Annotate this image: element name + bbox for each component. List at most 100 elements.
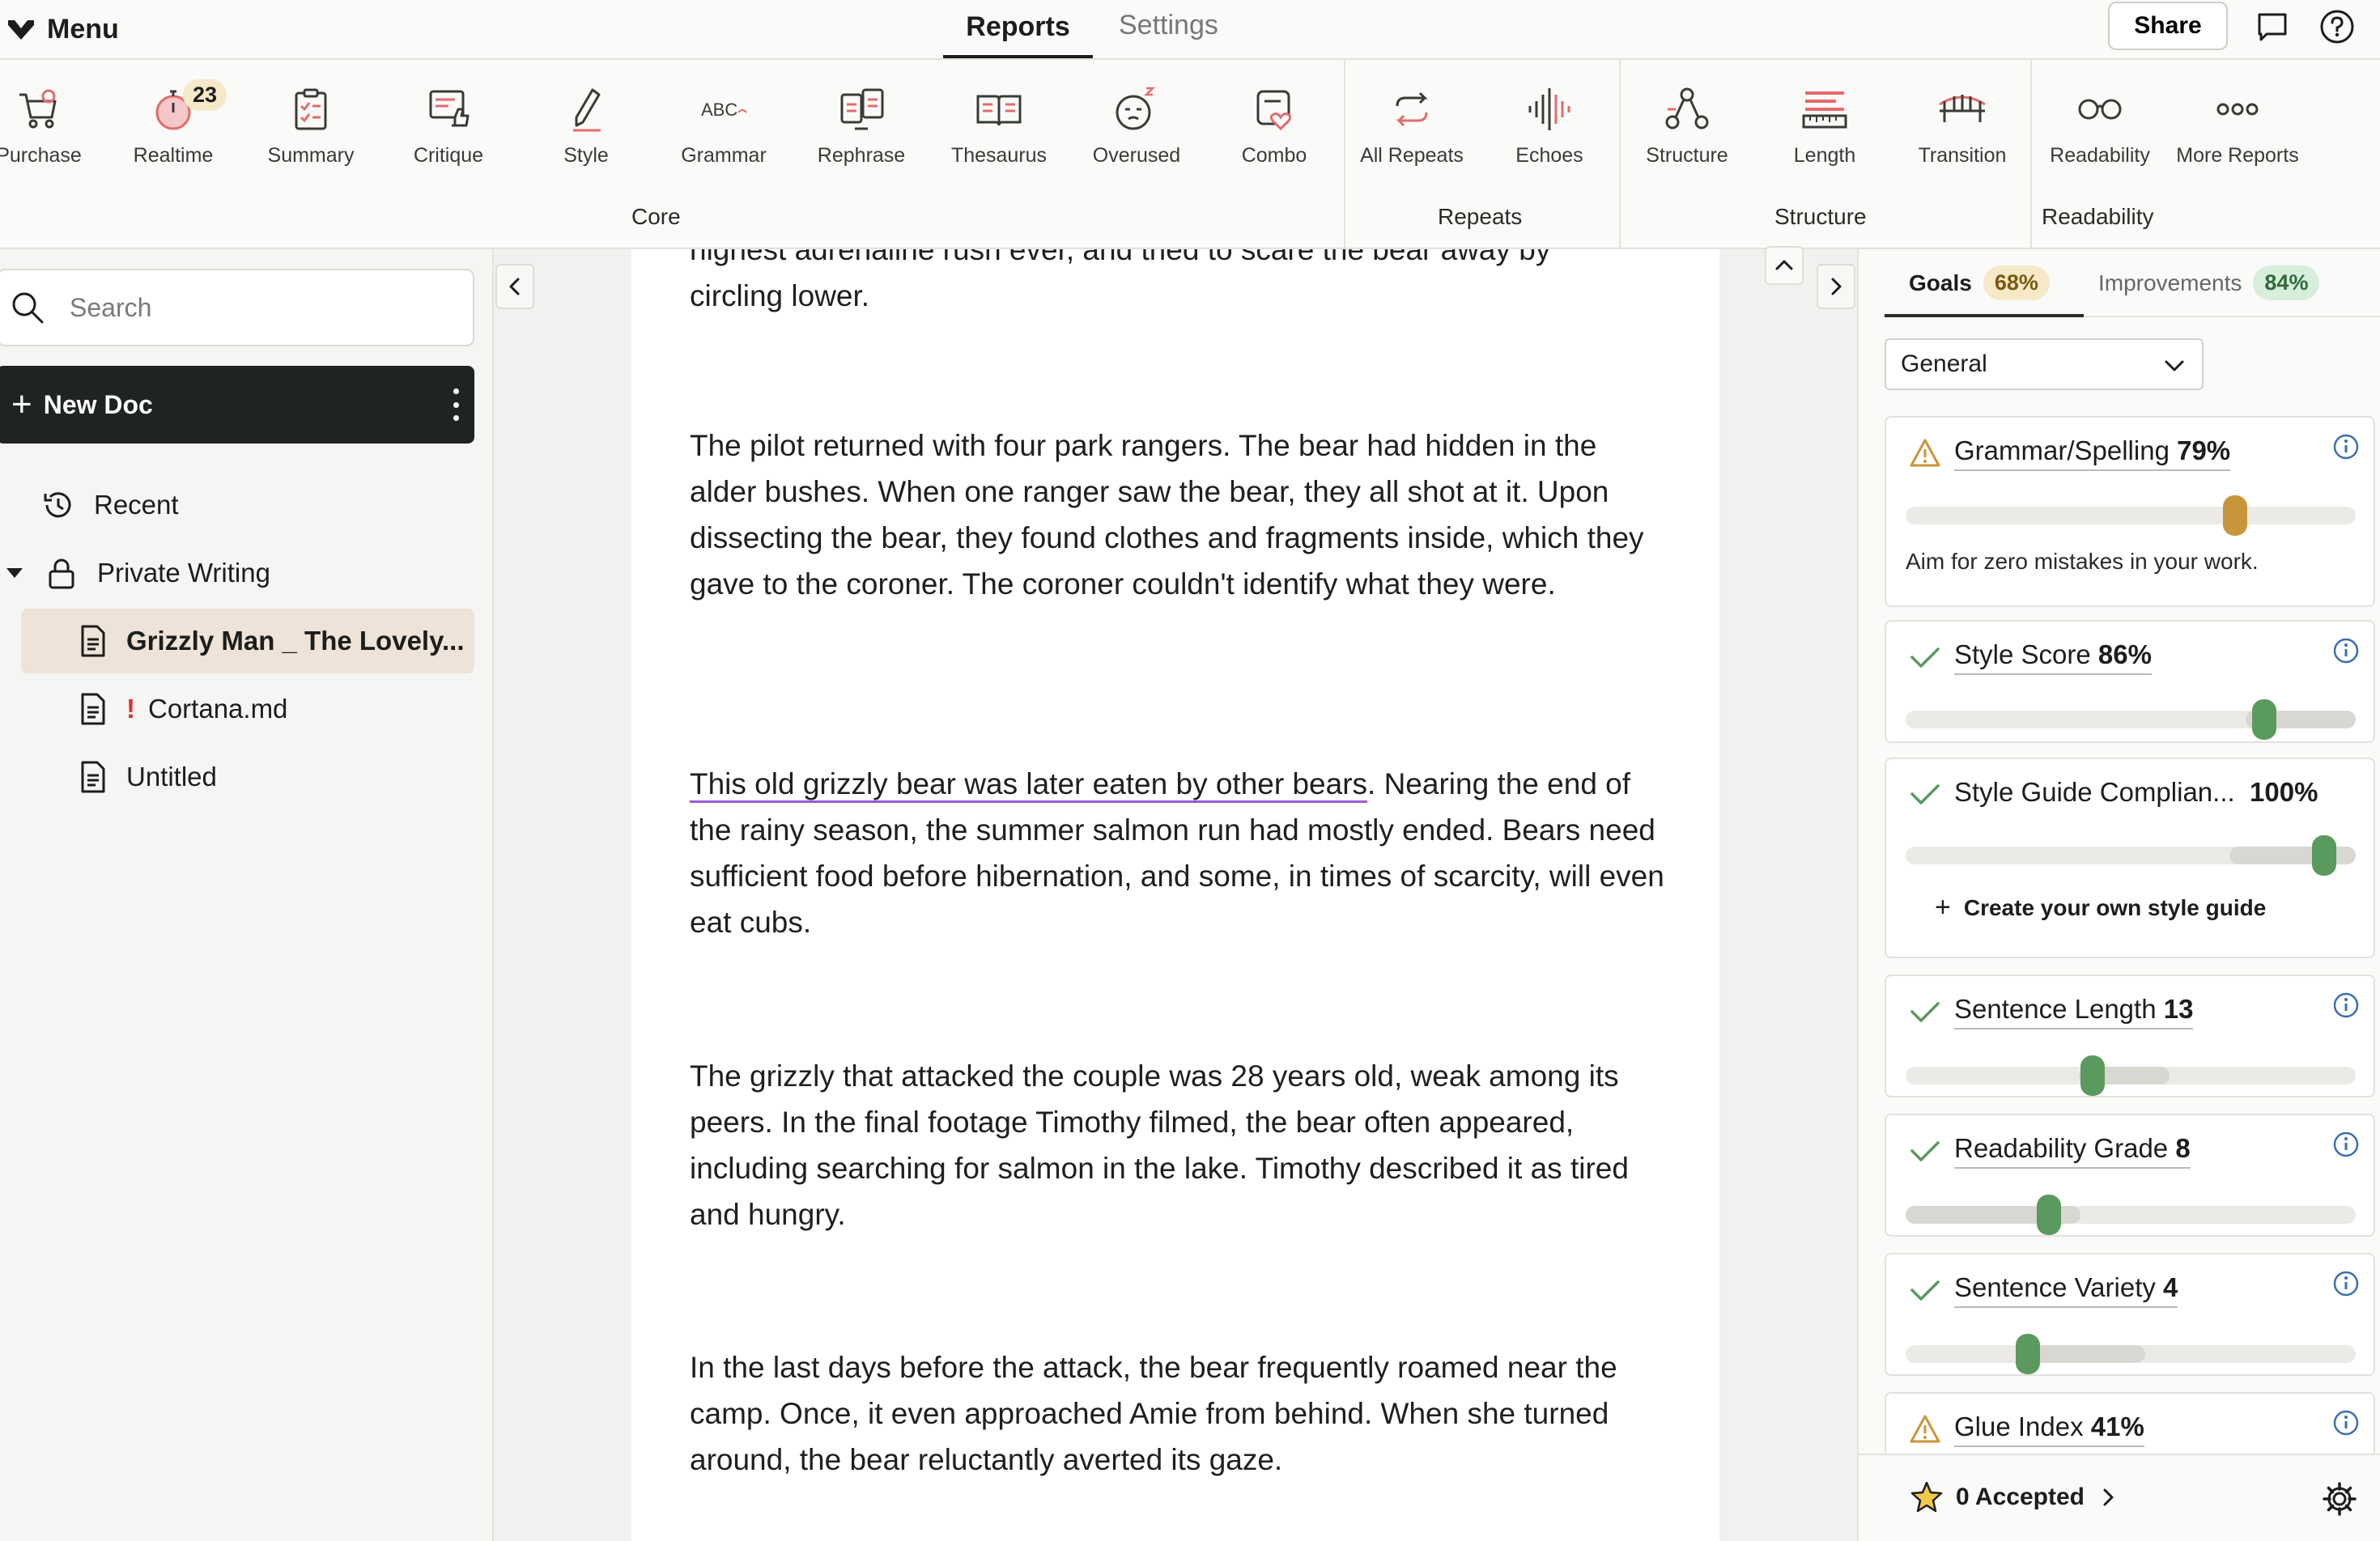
report-readability[interactable]: Readability <box>2035 81 2165 178</box>
search-icon <box>12 292 44 324</box>
info-icon[interactable] <box>2331 1130 2361 1159</box>
sidebar-item-label: Untitled <box>126 762 217 792</box>
report-overused[interactable]: Overused <box>1072 81 1201 178</box>
tab-improvements[interactable]: Improvements 84% <box>2098 265 2320 300</box>
report-rephrase[interactable]: Rephrase <box>797 81 926 178</box>
slider-knob[interactable] <box>2016 1334 2040 1374</box>
report-label: Structure <box>1646 144 1728 167</box>
tab-goals[interactable]: Goals 68% <box>1909 265 2050 300</box>
search-box[interactable] <box>0 269 474 346</box>
slider-knob[interactable] <box>2223 495 2247 536</box>
gear-icon[interactable] <box>2322 1481 2357 1517</box>
document-icon <box>81 761 105 793</box>
goal-card-style-guide[interactable]: Style Guide Complian... 100% + Create yo… <box>1885 758 2375 958</box>
slider-knob[interactable] <box>2312 835 2336 876</box>
sidebar-item-recent[interactable]: Recent <box>40 473 478 537</box>
top-bar: Menu Reports Settings Share <box>0 0 2380 60</box>
sidebar-item-cortana[interactable]: ! Cortana.md <box>74 677 474 741</box>
report-thesaurus[interactable]: Thesaurus <box>934 81 1064 178</box>
more-icon <box>2216 103 2259 116</box>
sidebar-item-grizzly-man[interactable]: Grizzly Man _ The Lovely... <box>21 609 474 673</box>
goal-card-sentence-variety[interactable]: Sentence Variety 4 <box>1885 1253 2375 1376</box>
goal-card-readability-grade[interactable]: Readability Grade 8 <box>1885 1114 2375 1237</box>
report-critique[interactable]: Critique <box>384 81 513 178</box>
report-structure[interactable]: Structure <box>1622 81 1752 178</box>
report-combo[interactable]: Combo <box>1209 81 1339 178</box>
caret-down-icon <box>6 568 23 578</box>
logo-icon <box>8 20 34 40</box>
goal-slider[interactable] <box>1906 1055 2356 1096</box>
sidebar-item-label: Grizzly Man _ The Lovely... <box>126 626 465 656</box>
report-label: Readability <box>2050 144 2150 167</box>
new-doc-button[interactable]: + New Doc <box>0 366 474 444</box>
goal-slider[interactable] <box>1906 1195 2356 1235</box>
active-tab-indicator <box>1885 314 2084 317</box>
report-style[interactable]: Style <box>521 81 651 178</box>
comment-icon[interactable] <box>2252 6 2293 47</box>
sleepy-face-icon <box>1116 87 1156 130</box>
report-purchase[interactable]: Purchase <box>0 81 104 178</box>
group-structure: Structure <box>1774 204 1867 229</box>
goal-card-sentence-length[interactable]: Sentence Length 13 <box>1885 974 2375 1097</box>
accepted-button[interactable]: 0 Accepted <box>1909 1479 2120 1515</box>
report-summary[interactable]: Summary <box>246 81 376 178</box>
sidebar-item-private-writing[interactable]: Private Writing <box>3 541 478 605</box>
highlighted-sentence[interactable]: This old grizzly bear was later eaten by… <box>690 767 1367 800</box>
goal-slider[interactable] <box>1906 699 2356 740</box>
thumbs-up-icon <box>429 90 470 127</box>
info-icon[interactable] <box>2331 432 2361 461</box>
info-icon[interactable] <box>2331 991 2361 1020</box>
report-label: Rephrase <box>817 144 906 167</box>
report-length[interactable]: Length <box>1760 81 1889 178</box>
report-label: All Repeats <box>1360 144 1464 167</box>
goals-score-badge: 68% <box>1983 265 2050 300</box>
collapse-panel-button[interactable] <box>1817 264 1855 309</box>
report-label: More Reports <box>2176 144 2299 167</box>
goal-title: Sentence Variety 4 <box>1954 1272 2178 1308</box>
slider-knob[interactable] <box>2252 699 2276 740</box>
report-grammar[interactable]: ABC Grammar <box>659 81 788 178</box>
report-all-repeats[interactable]: All Repeats <box>1347 81 1477 178</box>
chevron-up-icon <box>1775 260 1793 270</box>
goal-slider[interactable] <box>1906 495 2356 536</box>
report-realtime[interactable]: 23 Realtime <box>108 79 238 178</box>
warning-icon <box>1910 439 1940 467</box>
menu-button[interactable]: Menu <box>6 10 119 49</box>
group-repeats: Repeats <box>1438 204 1523 229</box>
paragraph: The pilot returned with four park ranger… <box>690 429 1644 601</box>
create-style-guide-label: Create your own style guide <box>1963 894 2267 920</box>
plus-icon: + <box>1935 892 1951 923</box>
check-icon <box>1910 1141 1940 1161</box>
report-transition[interactable]: Transition <box>1898 81 2027 178</box>
repeat-icon <box>1396 91 1428 127</box>
sidebar-item-untitled[interactable]: Untitled <box>74 745 474 809</box>
clipboard-icon <box>295 88 327 130</box>
slider-knob[interactable] <box>2037 1195 2061 1235</box>
report-echoes[interactable]: Echoes <box>1485 81 1614 178</box>
tab-reports[interactable]: Reports <box>943 10 1093 58</box>
info-icon[interactable] <box>2331 1408 2361 1437</box>
chevron-right-icon <box>2103 1488 2114 1506</box>
info-icon[interactable] <box>2331 636 2361 665</box>
goal-title: Readability Grade 8 <box>1954 1133 2191 1169</box>
report-more[interactable]: More Reports <box>2173 81 2302 178</box>
kebab-menu-icon[interactable] <box>452 388 460 421</box>
goal-profile-select[interactable]: General <box>1885 338 2204 390</box>
create-style-guide-link[interactable]: + Create your own style guide <box>1935 892 2266 923</box>
share-button[interactable]: Share <box>2108 2 2228 50</box>
goal-card-style-score[interactable]: Style Score 86% <box>1885 620 2375 743</box>
info-icon[interactable] <box>2331 1269 2361 1298</box>
goal-card-grammar[interactable]: Grammar/Spelling 79% Aim for zero mistak… <box>1885 416 2375 607</box>
collapse-sidebar-button[interactable] <box>495 264 534 309</box>
goal-slider[interactable] <box>1906 835 2356 876</box>
goal-slider[interactable] <box>1906 1334 2356 1374</box>
realtime-badge: 23 <box>183 79 227 111</box>
search-input[interactable] <box>70 292 442 323</box>
slider-knob[interactable] <box>2080 1055 2105 1096</box>
document-sidebar: + New Doc Recent Private Writing Grizzly… <box>0 249 494 1541</box>
group-divider <box>1344 60 1345 249</box>
help-icon[interactable] <box>2317 6 2357 47</box>
scroll-up-button[interactable] <box>1765 246 1804 285</box>
tab-settings[interactable]: Settings <box>1119 10 1218 41</box>
document-page[interactable]: highest adrenaline rush ever, and tried … <box>631 249 1719 1541</box>
